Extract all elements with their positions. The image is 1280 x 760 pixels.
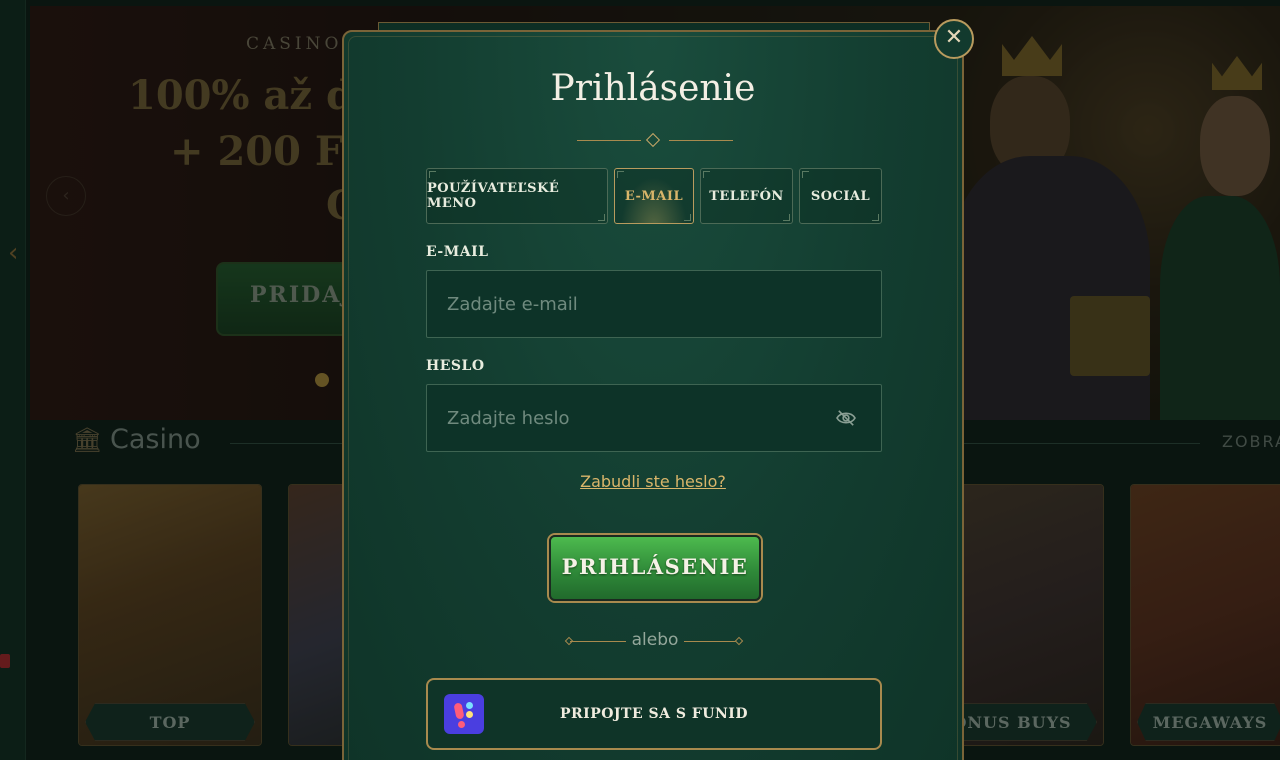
login-method-tabs: POUŽÍVATEĽSKÉ MENO E-MAIL TELEFÓN SOCIAL: [426, 168, 882, 224]
login-modal: Prihlásenie POUŽÍVATEĽSKÉ MENO E-MAIL TE…: [342, 30, 964, 760]
email-label: E-MAIL: [426, 244, 489, 260]
tab-phone[interactable]: TELEFÓN: [700, 168, 793, 224]
tab-username[interactable]: POUŽÍVATEĽSKÉ MENO: [426, 168, 608, 224]
funid-connect-button[interactable]: PRIPOJTE SA S FUNID: [426, 678, 882, 750]
close-icon[interactable]: ✕: [934, 19, 974, 59]
funid-button-label: PRIPOJTE SA S FUNID: [560, 706, 748, 722]
page: ‹ CASINO U 100% až d + 200 FS C ‹ PRIDAJ…: [0, 0, 1280, 760]
email-input[interactable]: [427, 271, 881, 337]
login-submit-button[interactable]: PRIHLÁSENIE: [549, 535, 761, 601]
eye-hidden-icon[interactable]: [835, 409, 857, 427]
email-field-wrapper: [426, 270, 882, 338]
or-divider: alebo: [564, 630, 744, 654]
password-input[interactable]: [427, 385, 881, 451]
modal-title: Prihlásenie: [550, 68, 756, 109]
forgot-password-link[interactable]: Zabudli ste heslo?: [344, 472, 962, 491]
password-field-wrapper: [426, 384, 882, 452]
title-ornament: [577, 132, 733, 148]
or-label: alebo: [631, 630, 679, 650]
password-label: HESLO: [426, 358, 485, 374]
tab-email[interactable]: E-MAIL: [614, 168, 694, 224]
tab-social[interactable]: SOCIAL: [799, 168, 882, 224]
